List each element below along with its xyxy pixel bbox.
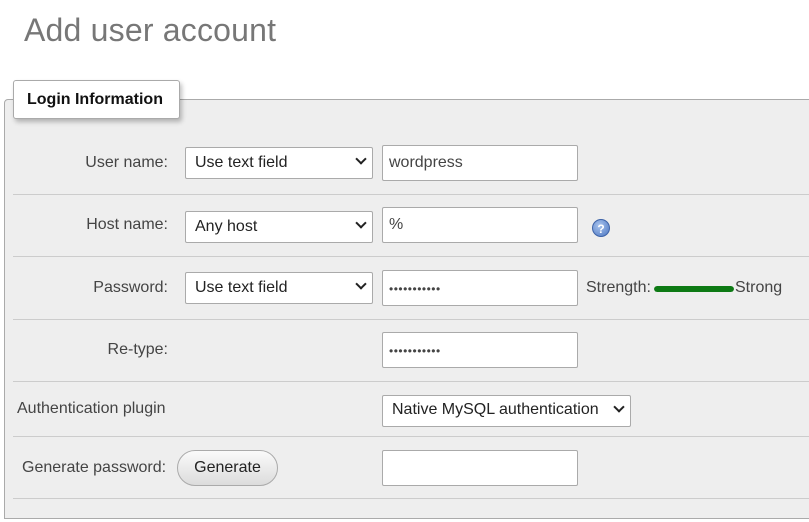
username-input[interactable]: wordpress [382,145,578,181]
auth-plugin-value: Native MySQL authentication [392,401,599,418]
row-divider [13,381,809,382]
hostname-input[interactable]: % [382,207,578,243]
password-type-value: Use text field [195,279,288,296]
retype-label: Re-type: [107,341,168,358]
chevron-down-icon [355,153,367,165]
chevron-down-icon [613,401,625,413]
auth-plugin-label: Authentication plugin [17,400,166,417]
hostname-type-select[interactable]: Any host [185,211,373,243]
generate-password-label: Generate password: [22,459,167,476]
password-type-select[interactable]: Use text field [185,272,373,304]
password-label: Password: [93,279,168,296]
generated-password-input[interactable] [382,450,578,486]
row-divider [13,319,809,320]
help-icon[interactable]: ? [592,219,610,237]
username-type-value: Use text field [195,154,288,171]
page-title: Add user account [24,12,277,48]
hostname-type-value: Any host [195,218,258,235]
generate-button[interactable]: Generate [177,450,278,486]
username-label: User name: [85,154,168,171]
row-divider [13,498,809,499]
username-type-select[interactable]: Use text field [185,147,373,179]
auth-plugin-select[interactable]: Native MySQL authentication [382,395,631,427]
fieldset-legend: Login Information [13,80,180,119]
chevron-down-icon [355,278,367,290]
chevron-down-icon [355,217,367,229]
password-input[interactable]: ••••••••••• [382,270,578,306]
strength-value: Strong [735,279,783,296]
retype-input[interactable]: ••••••••••• [382,332,578,368]
strength-meter-fill [654,286,734,292]
password-strength-meter [654,286,734,292]
row-divider [13,436,809,437]
strength-label: Strength: [586,279,651,296]
row-divider [13,256,809,257]
row-divider [13,194,809,195]
hostname-label: Host name: [86,216,168,233]
